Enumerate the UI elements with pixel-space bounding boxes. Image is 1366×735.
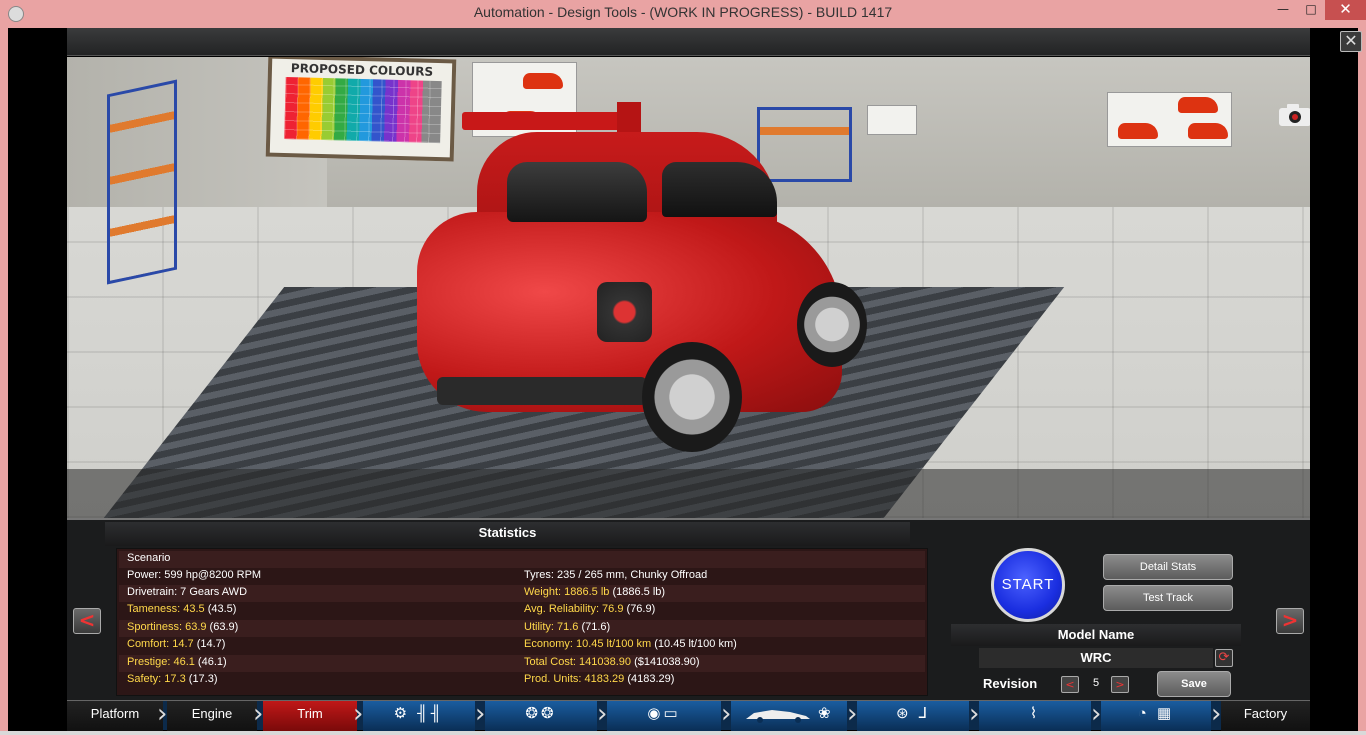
tab-interior[interactable]: ⊛ ⅃ <box>857 701 969 731</box>
stat-total-cost: Total Cost: 141038.90 ($141038.90) <box>524 656 700 668</box>
stat-sportiness: Sportiness: 63.9 (63.9) <box>127 621 239 633</box>
tab-brakes[interactable]: ◉▭ <box>607 701 721 731</box>
tab-suspension[interactable]: ❂❂ <box>485 701 597 731</box>
revision-label: Revision <box>983 676 1038 691</box>
gear-shift-icon: ⚙ ╢╢ <box>393 705 445 722</box>
maximize-button[interactable]: □ <box>1298 0 1324 20</box>
rear-spoiler <box>462 112 622 130</box>
front-wheel <box>797 282 867 367</box>
stats-row: Safety: 17.3 (17.3) Prod. Units: 4183.29… <box>119 672 925 689</box>
chevron-right-icon: › <box>1091 699 1102 729</box>
chevron-right-icon: › <box>1211 699 1222 729</box>
test-track-button[interactable]: Test Track <box>1103 585 1233 611</box>
design-stage-tabbar: Platform › Engine › Trim › ⚙ ╢╢ › ❂❂ › ◉… <box>67 699 1310 731</box>
tab-engine[interactable]: Engine <box>167 701 257 731</box>
tab-body-aero[interactable]: ❀ <box>731 701 847 731</box>
stat-drivetrain: Drivetrain: 7 Gears AWD <box>127 586 248 598</box>
save-button[interactable]: Save <box>1157 671 1231 697</box>
camera-icon[interactable] <box>1277 103 1310 127</box>
stat-prod-units: Prod. Units: 4183.29 (4183.29) <box>524 673 675 685</box>
wall-board <box>867 105 917 135</box>
window-frame-left <box>0 28 8 735</box>
fan-icon: ❀ <box>818 705 834 722</box>
chevron-right-icon: › <box>597 699 608 729</box>
window-frame-right <box>1358 28 1366 735</box>
stat-power: Power: 599 hp@8200 RPM <box>127 569 262 581</box>
stat-reliability: Avg. Reliability: 76.9 (76.9) <box>524 603 656 615</box>
stat-utility: Utility: 71.6 (71.6) <box>524 621 611 633</box>
tab-testing[interactable]: ◔ ▦ <box>1101 701 1211 731</box>
chevron-right-icon: › <box>157 699 168 729</box>
statistics-title: Statistics <box>105 522 910 546</box>
brake-icon: ◉▭ <box>647 705 681 722</box>
car-viewport[interactable]: PROPOSED COLOURS <box>67 57 1310 518</box>
revision-value: 5 <box>1092 677 1100 689</box>
chevron-right-icon: › <box>847 699 858 729</box>
tab-factory[interactable]: Factory <box>1221 701 1310 731</box>
bottom-panel: Statistics Scenario Power: 599 hp@8200 R… <box>67 518 1310 700</box>
tab-trim[interactable]: Trim <box>263 701 357 731</box>
wheels-icon: ❂❂ <box>525 705 557 722</box>
chevron-right-icon: › <box>353 699 364 729</box>
chevron-right-icon: › <box>475 699 486 729</box>
car-side-window <box>662 162 777 217</box>
stats-row: Sportiness: 63.9 (63.9) Utility: 71.6 (7… <box>119 620 925 637</box>
stats-row: Prestige: 46.1 (46.1) Total Cost: 141038… <box>119 655 925 672</box>
viewport-close-button[interactable]: ✕ <box>1340 31 1362 52</box>
car-taillight <box>597 282 652 342</box>
stats-row: Comfort: 14.7 (14.7) Economy: 10.45 lt/1… <box>119 637 925 654</box>
chevron-right-icon: › <box>253 699 264 729</box>
model-name-title: Model Name <box>951 624 1241 646</box>
app-area: ✕ PROPOSED COLOURS Statistics Scenario P… <box>8 28 1362 731</box>
stat-safety: Safety: 17.3 (17.3) <box>127 673 218 685</box>
stat-prestige: Prestige: 46.1 (46.1) <box>127 656 227 668</box>
stat-economy: Economy: 10.45 lt/100 km (10.45 lt/100 k… <box>524 638 737 650</box>
window-title: Automation - Design Tools - (WORK IN PRO… <box>473 4 893 20</box>
stats-row: Drivetrain: 7 Gears AWD Weight: 1886.5 l… <box>119 585 925 602</box>
stats-row: Tameness: 43.5 (43.5) Avg. Reliability: … <box>119 602 925 619</box>
revision-prev-button[interactable]: < <box>1061 676 1079 693</box>
detail-stats-button[interactable]: Detail Stats <box>1103 554 1233 580</box>
viewport-bottom-shade <box>67 469 1310 518</box>
stat-left-0: Scenario <box>127 552 171 564</box>
car-rear-window <box>507 162 647 222</box>
chevron-right-icon: › <box>969 699 980 729</box>
car-bumper <box>437 377 647 405</box>
tab-engine-parts[interactable]: ⚙ ╢╢ <box>363 701 475 731</box>
shock-absorber-icon: ⌇ <box>1029 705 1041 722</box>
taskbar-strip <box>0 731 1366 735</box>
rear-wheel <box>642 342 742 452</box>
revision-next-button[interactable]: > <box>1111 676 1129 693</box>
tab-tuning[interactable]: ⌇ <box>979 701 1091 731</box>
stats-row: Power: 599 hp@8200 RPM Tyres: 235 / 265 … <box>119 568 925 585</box>
tab-platform[interactable]: Platform <box>67 701 163 731</box>
statistics-box: Scenario Power: 599 hp@8200 RPM Tyres: 2… <box>116 548 928 696</box>
gauge-flag-icon: ◔ ▦ <box>1137 705 1175 722</box>
window-titlebar: Automation - Design Tools - (WORK IN PRO… <box>0 0 1366 28</box>
stat-tameness: Tameness: 43.5 (43.5) <box>127 603 237 615</box>
refresh-icon[interactable]: ⟳ <box>1215 649 1233 667</box>
start-button[interactable]: START <box>991 548 1065 622</box>
stat-tyres: Tyres: 235 / 265 mm, Chunky Offroad <box>524 569 708 581</box>
prev-stage-button[interactable]: < <box>73 608 101 634</box>
model-name-field[interactable]: WRC <box>979 648 1213 668</box>
stat-comfort: Comfort: 14.7 (14.7) <box>127 638 226 650</box>
viewport-topbar: ✕ <box>67 28 1362 56</box>
next-stage-button[interactable]: > <box>1276 608 1304 634</box>
chevron-right-icon: › <box>721 699 732 729</box>
minimize-button[interactable]: — <box>1270 0 1296 20</box>
left-shelf <box>107 79 177 285</box>
car-silhouette-icon <box>746 709 811 723</box>
window-close-button[interactable]: ✕ <box>1325 0 1366 20</box>
car-model[interactable] <box>417 102 867 462</box>
design-sketch-right <box>1107 92 1232 147</box>
stats-row: Scenario <box>119 551 925 568</box>
stat-weight: Weight: 1886.5 lb (1886.5 lb) <box>524 586 666 598</box>
steering-seat-icon: ⊛ ⅃ <box>895 705 931 722</box>
